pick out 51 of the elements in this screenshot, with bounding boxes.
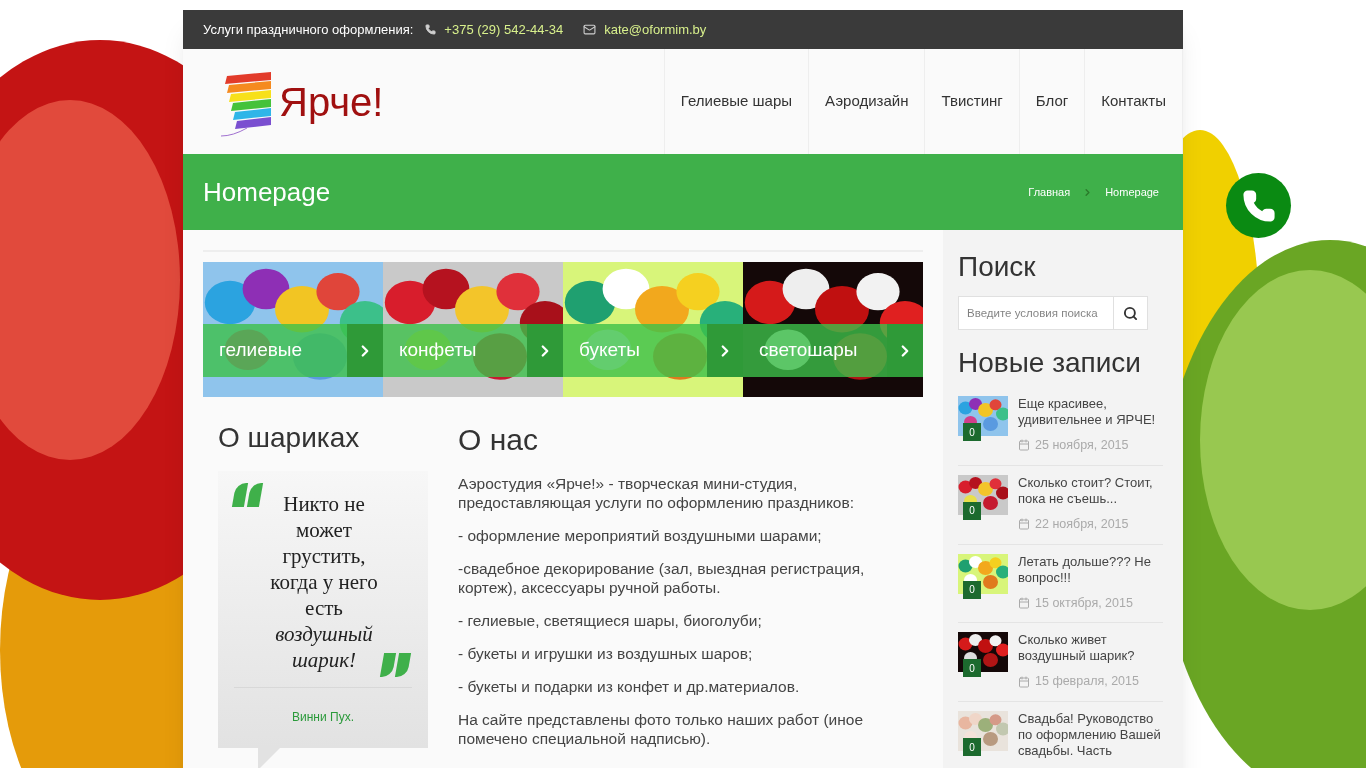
about-paragraph: -свадебное декорирование (зал, выездная регистрация, кортеж), аксессуары ручной работы. xyxy=(458,559,866,597)
quote-text: Никто не может грустить, когда у него есть воздушный шарик! xyxy=(269,491,379,673)
about-paragraph: - гелиевые, светящиеся шары, биоголуби; xyxy=(458,611,763,630)
calendar-icon xyxy=(1018,675,1030,688)
mail-icon xyxy=(583,23,597,36)
comment-count-badge: 0 xyxy=(963,659,981,678)
search-field[interactable]: Введите условия поиска xyxy=(958,296,1114,330)
post-title-link[interactable]: Летать дольше??? Не вопрос!!! xyxy=(1018,553,1163,586)
email-link[interactable]: kate@oformim.by xyxy=(604,19,707,40)
close-quote-icon xyxy=(382,653,412,679)
logo-text[interactable]: Ярче! xyxy=(279,81,384,122)
post-title-link[interactable]: Еще красивее, удивительнее и ЯРЧЕ! xyxy=(1018,396,1163,428)
section-title: О шариках xyxy=(218,421,361,455)
top-bar-label: Услуги праздничного оформления: xyxy=(203,20,414,39)
sidebar-title: Поиск xyxy=(958,250,1037,284)
category-label: букеты xyxy=(578,338,640,363)
post-title-link[interactable]: Сколько стоит? Стоит, пока не съешь... xyxy=(1018,474,1163,507)
post-date: 25 ноября, 2015 xyxy=(1035,437,1129,454)
comment-count-badge: 0 xyxy=(963,423,981,441)
category-arrow-button[interactable] xyxy=(527,324,563,377)
phone-link[interactable]: +375 (29) 542-44-34 xyxy=(444,19,564,40)
about-paragraph: - букеты и подарки из конфет и др.материалов. xyxy=(458,677,801,696)
category-arrow-button[interactable] xyxy=(347,324,383,377)
page-title: Homepage xyxy=(203,175,331,209)
phone-icon xyxy=(1241,188,1276,223)
phone-icon xyxy=(425,24,437,35)
post-date: 15 октября, 2015 xyxy=(1035,594,1133,612)
quote-author: Винни Пух. xyxy=(292,710,354,724)
open-quote-icon xyxy=(234,483,264,509)
about-paragraph: На сайте представлены фото только наших работ (иное помечено специальной надписью). xyxy=(458,710,865,748)
about-paragraph: - оформление мероприятий воздушными шарами; xyxy=(458,526,823,545)
calendar-icon xyxy=(1018,439,1030,452)
about-paragraph: - букеты и игрушки из воздушных шаров; xyxy=(458,644,754,663)
post-title-link[interactable]: Свадьба! Руководство по оформлению Вашей свадьбы. Часть xyxy=(1018,711,1163,759)
search-icon xyxy=(1123,305,1138,321)
sidebar-title: Новые записи xyxy=(958,346,1142,380)
category-arrow-button[interactable] xyxy=(887,324,923,377)
comment-count-badge: 0 xyxy=(963,738,981,756)
category-label: светошары xyxy=(758,338,858,363)
about-paragraph: Аэростудия «Ярче!» - творческая мини-студия, предоставляющая услуги по оформлению праздников: xyxy=(458,474,855,512)
post-title-link[interactable]: Сколько живет воздушный шарик? xyxy=(1018,632,1163,665)
category-label: гелиевые xyxy=(218,338,303,363)
calendar-icon xyxy=(1018,518,1030,531)
category-label: конфеты xyxy=(398,338,477,363)
calendar-icon xyxy=(1018,596,1030,609)
quote-tail-icon xyxy=(258,748,280,768)
search-button[interactable] xyxy=(1114,296,1148,330)
section-title: О нас xyxy=(458,422,539,458)
post-date: 15 февраля, 2015 xyxy=(1035,673,1139,691)
category-arrow-button[interactable] xyxy=(707,324,743,377)
post-date: 22 ноября, 2015 xyxy=(1035,515,1129,533)
